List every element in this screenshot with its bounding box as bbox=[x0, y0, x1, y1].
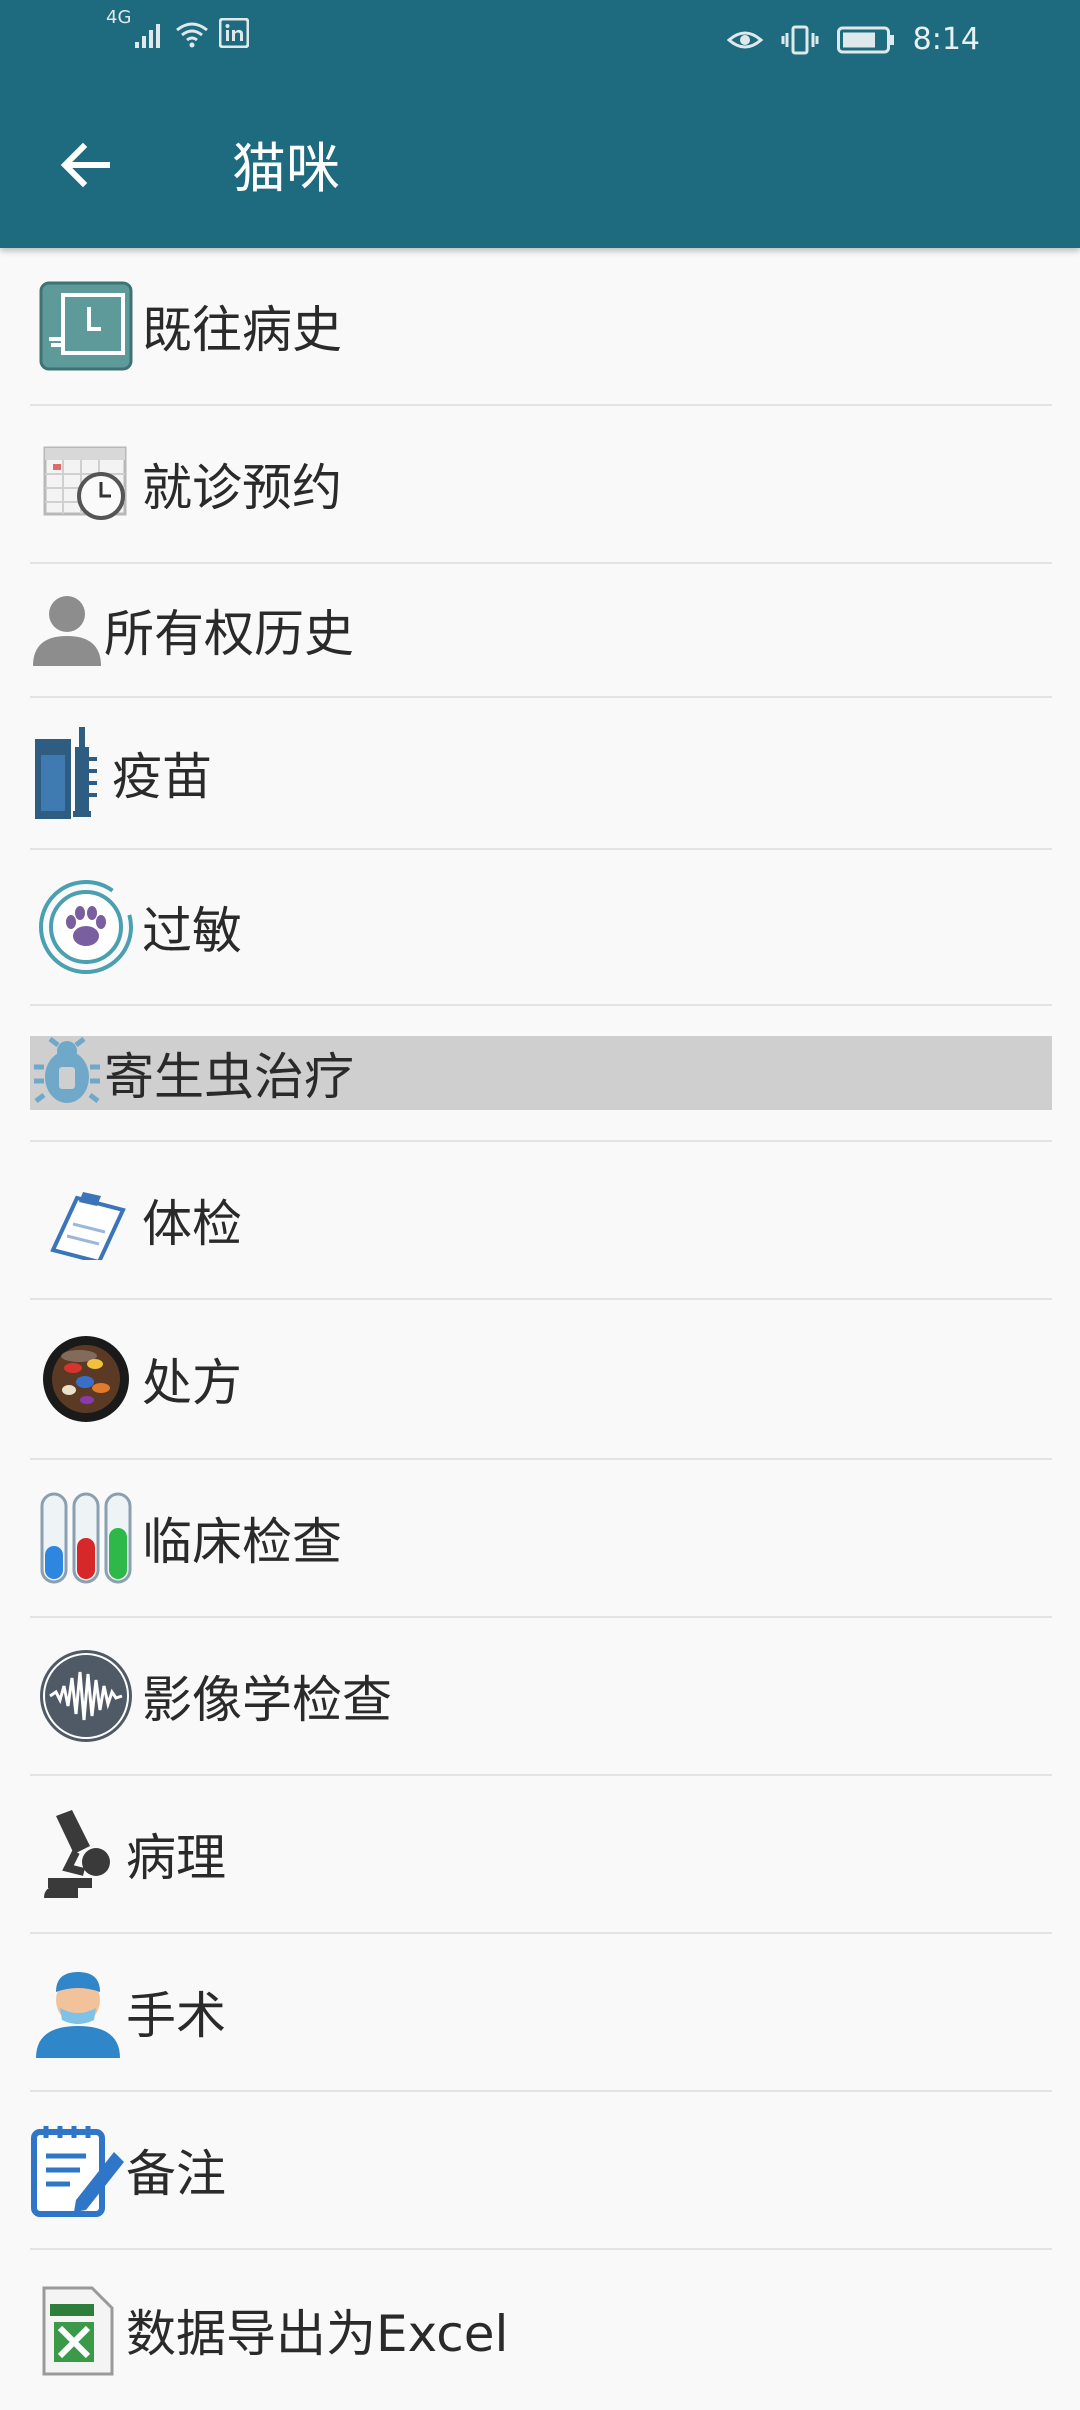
menu-item-medical-history[interactable]: 既往病史 bbox=[30, 248, 1052, 406]
page-title: 猫咪 bbox=[232, 137, 340, 200]
menu-item-vaccines[interactable]: 疫苗 bbox=[30, 698, 1052, 850]
app-header: 4G 8:14 猫咪 bbox=[0, 0, 1080, 248]
menu-item-imaging[interactable]: 影像学检查 bbox=[30, 1618, 1052, 1776]
history-icon bbox=[30, 279, 142, 373]
menu-item-label: 数据导出为Excel bbox=[126, 2305, 509, 2363]
menu-item-label: 既往病史 bbox=[142, 301, 342, 359]
arrow-left-icon bbox=[60, 142, 110, 188]
menu-item-label: 影像学检查 bbox=[142, 1671, 392, 1729]
linkedin-icon bbox=[219, 18, 250, 48]
person-icon bbox=[30, 592, 104, 668]
calendar-clock-icon bbox=[30, 444, 142, 524]
menu-item-prescriptions[interactable]: 处方 bbox=[30, 1300, 1052, 1460]
menu-item-ownership-history[interactable]: 所有权历史 bbox=[30, 564, 1052, 698]
eye-comfort-icon bbox=[726, 31, 763, 48]
menu-item-physical-exam[interactable]: 体检 bbox=[30, 1142, 1052, 1300]
menu-item-clinical-tests[interactable]: 临床检查 bbox=[30, 1460, 1052, 1618]
battery-icon bbox=[836, 26, 894, 53]
status-time: 8:14 bbox=[912, 22, 980, 57]
menu-list: 既往病史 就诊预约 所有权历史 疫苗 过敏 寄生虫治疗 体检 处方 临床检查 影… bbox=[30, 248, 1052, 2410]
vaccine-syringe-icon bbox=[30, 725, 112, 821]
vibrate-icon bbox=[781, 25, 819, 54]
clipboard-icon bbox=[30, 1180, 142, 1260]
menu-item-surgery[interactable]: 手术 bbox=[30, 1934, 1052, 2092]
menu-item-pathology[interactable]: 病理 bbox=[30, 1776, 1052, 1934]
menu-item-label: 体检 bbox=[142, 1195, 242, 1253]
bug-icon bbox=[30, 1037, 104, 1109]
excel-icon bbox=[30, 2282, 126, 2378]
menu-item-label: 所有权历史 bbox=[104, 605, 354, 663]
test-tubes-icon bbox=[30, 1492, 142, 1584]
menu-item-allergies[interactable]: 过敏 bbox=[30, 850, 1052, 1006]
signal-icon bbox=[135, 24, 161, 48]
waveform-icon bbox=[30, 1648, 142, 1744]
menu-item-appointments[interactable]: 就诊预约 bbox=[30, 406, 1052, 564]
notepad-icon bbox=[30, 2122, 126, 2218]
menu-item-parasite-treatment[interactable]: 寄生虫治疗 bbox=[30, 1006, 1052, 1142]
menu-item-notes[interactable]: 备注 bbox=[30, 2092, 1052, 2250]
menu-item-label: 疫苗 bbox=[112, 748, 212, 806]
pills-icon bbox=[30, 1334, 142, 1424]
microscope-icon bbox=[30, 1806, 126, 1902]
menu-item-label: 临床检查 bbox=[142, 1513, 342, 1571]
surgeon-icon bbox=[30, 1964, 126, 2060]
menu-item-label: 就诊预约 bbox=[142, 459, 342, 517]
status-bar: 4G 8:14 bbox=[0, 0, 1080, 84]
menu-item-label: 过敏 bbox=[142, 902, 242, 960]
menu-item-label: 手术 bbox=[126, 1987, 226, 2045]
menu-item-label: 备注 bbox=[126, 2145, 226, 2203]
menu-item-label: 病理 bbox=[126, 1829, 226, 1887]
wifi-icon bbox=[176, 22, 209, 48]
paw-icon bbox=[30, 878, 142, 976]
menu-item-export-excel[interactable]: 数据导出为Excel bbox=[30, 2250, 1052, 2410]
back-button[interactable] bbox=[50, 130, 120, 200]
menu-item-label: 寄生虫治疗 bbox=[104, 1048, 354, 1106]
menu-item-label: 处方 bbox=[142, 1354, 242, 1412]
network-type-label: 4G bbox=[106, 7, 132, 28]
